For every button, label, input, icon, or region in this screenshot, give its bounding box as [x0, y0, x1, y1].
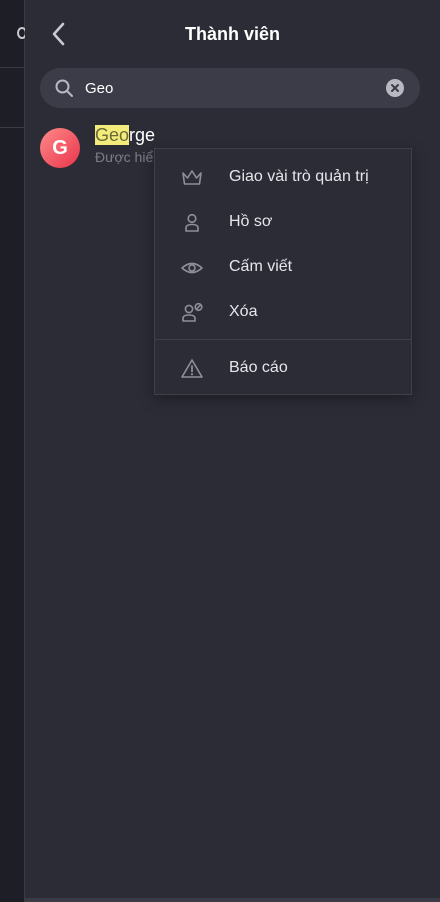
search-input[interactable]	[85, 77, 375, 99]
warning-icon	[181, 359, 203, 378]
menu-item-mute[interactable]: Cấm viết	[155, 246, 411, 290]
crown-icon	[182, 170, 202, 185]
menu-item-profile[interactable]: Hồ sơ	[155, 201, 411, 245]
user-icon	[185, 213, 199, 232]
context-menu: Giao vài trò quản trị Hồ sơ Cấm viết Xóa…	[154, 148, 412, 395]
bottom-border	[25, 898, 440, 902]
menu-item-label: Giao vài trò quản trị	[229, 168, 369, 185]
search-highlight: Geo	[95, 125, 130, 145]
search-icon	[55, 79, 73, 97]
background-panel	[0, 0, 27, 902]
menu-item-label: Hồ sơ	[229, 213, 273, 230]
user-remove-icon	[182, 302, 203, 322]
menu-item-assign-admin[interactable]: Giao vài trò quản trị	[155, 156, 411, 200]
clear-search-button[interactable]	[386, 79, 404, 97]
member-name-rest: rge	[129, 125, 156, 145]
menu-item-label: Xóa	[229, 303, 258, 320]
members-panel: Thành viên G George Được hiể Giao vài tr…	[25, 0, 440, 902]
close-icon	[391, 84, 399, 92]
member-subtitle: Được hiể	[95, 149, 154, 165]
avatar: G	[40, 128, 80, 168]
search-bar	[40, 68, 420, 108]
member-name: George	[95, 125, 155, 146]
menu-divider	[155, 339, 411, 340]
eye-icon	[181, 262, 203, 274]
divider	[0, 67, 24, 68]
page-title: Thành viên	[184, 24, 280, 44]
menu-item-label: Cấm viết	[229, 258, 293, 275]
menu-item-label: Báo cáo	[229, 359, 288, 376]
divider	[0, 127, 24, 128]
menu-item-remove[interactable]: Xóa	[155, 291, 411, 335]
menu-item-report[interactable]: Báo cáo	[155, 347, 411, 391]
